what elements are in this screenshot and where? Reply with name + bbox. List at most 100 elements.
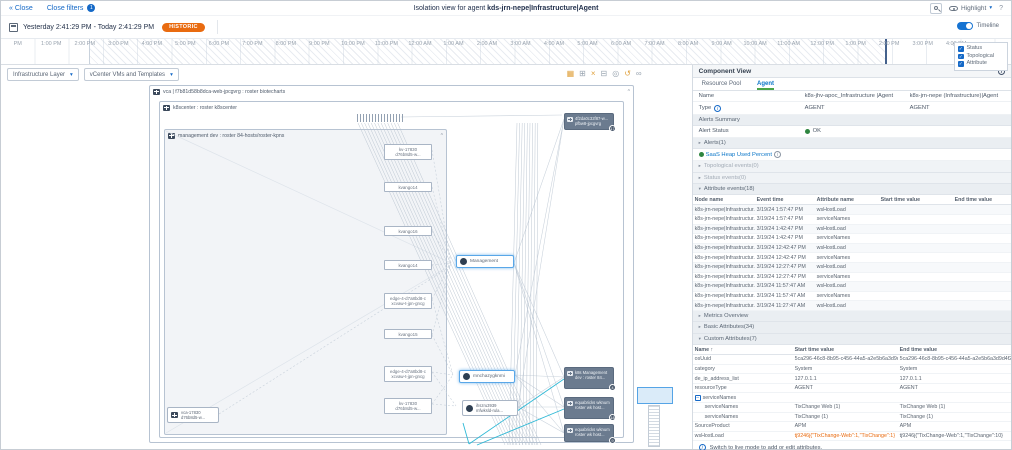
- col-end-value[interactable]: End time value: [952, 195, 1011, 206]
- attribute-event-row[interactable]: k8s-jrn-nepe|Infrastructur... 3/19/24 1:…: [692, 233, 1011, 244]
- toggle-switch[interactable]: [956, 22, 973, 30]
- col-end-value[interactable]: End time value: [897, 345, 1011, 356]
- event-attribute: wsHostLoad: [814, 243, 879, 254]
- search-button[interactable]: [930, 2, 943, 14]
- focus-icon[interactable]: ◎: [612, 69, 619, 79]
- calendar-icon[interactable]: [9, 22, 18, 32]
- attribute-event-row[interactable]: k8s-jrn-nepe|Infrastructur... 3/19/24 11…: [692, 291, 1011, 302]
- collapse-chevron-icon[interactable]: ^: [628, 89, 630, 95]
- minimap-viewport[interactable]: [637, 387, 673, 404]
- attribute-event-row[interactable]: k8s-jrn-nepe|Infrastructur... 3/19/24 1:…: [692, 224, 1011, 235]
- custom-attr-group-row[interactable]: – serviceNames: [692, 392, 1011, 403]
- col-event-time[interactable]: Event time: [754, 195, 815, 206]
- triangle-right-icon: ▸: [698, 163, 701, 169]
- collapsed-group-node[interactable]: 4f2da0c32f87-w... pfbw8-jpcgvrg 17: [564, 113, 616, 132]
- custom-attr-row[interactable]: resourceType AGENT AGENT: [692, 383, 1011, 394]
- checkbox-checked-icon[interactable]: ✓: [958, 61, 964, 67]
- collapse-chevron-icon[interactable]: ^: [441, 133, 443, 139]
- col-start-value[interactable]: Start time value: [878, 195, 953, 206]
- attribute-event-row[interactable]: k8s-jrn-nepe|Infrastructur... 3/19/24 12…: [692, 272, 1011, 283]
- mnchazygknmi-node[interactable]: mnchazygknmi: [459, 370, 515, 383]
- triangle-right-icon: ▸: [698, 324, 701, 330]
- alerts-section[interactable]: ▸ Alerts(1): [692, 137, 1011, 149]
- col-node-name[interactable]: Node name: [692, 195, 755, 206]
- alert-info-icon[interactable]: i: [774, 151, 782, 159]
- col-name-sort[interactable]: Name ↑: [692, 345, 793, 356]
- attribute-event-row[interactable]: k8s-jrn-nepe|Infrastructur... 3/19/24 12…: [692, 243, 1011, 254]
- collapsed-group-node[interactable]: equabricks wknum roster wk host... 9: [564, 424, 616, 444]
- checkbox-checked-icon[interactable]: ✓: [958, 46, 964, 52]
- event-node: k8s-jrn-nepe|Infrastructur...: [692, 233, 755, 244]
- highlight-control[interactable]: Highlight ▾: [949, 5, 992, 12]
- vm-node[interactable]: edge-4-d7a8bd8-c xcvaw-t-jpn-gncg: [384, 366, 432, 382]
- custom-attributes-section[interactable]: ▾ Custom Attributes(7): [692, 333, 1011, 346]
- event-time: 3/19/24 11:27:47 AM: [754, 300, 815, 311]
- collapse-icon[interactable]: ⊟: [601, 69, 608, 79]
- container-management-dev[interactable]: management dev : roster 84-hosts/roster-…: [164, 129, 447, 435]
- attribute-event-row[interactable]: k8s-jrn-nepe|Infrastructur... 3/19/24 12…: [692, 262, 1011, 273]
- attribute-event-row[interactable]: k8s-jrn-nepe|Infrastructur... 3/19/24 1:…: [692, 214, 1011, 225]
- chart-view-icon[interactable]: ▦: [567, 69, 575, 79]
- checkbox-checked-icon[interactable]: ✓: [958, 53, 964, 59]
- tick-label: 5:00 AM: [577, 41, 598, 47]
- legend-item[interactable]: ✓ Topological: [958, 53, 1004, 61]
- vm-node[interactable]: kvango15: [384, 329, 432, 340]
- vm-node[interactable]: kv-17830 d76b8d5-w...: [384, 144, 432, 160]
- clear-selection-icon[interactable]: ×: [591, 69, 596, 79]
- custom-attributes-table: Name ↑ Start time value End time value o…: [692, 345, 1011, 442]
- custom-attr-row[interactable]: category System System: [692, 364, 1011, 375]
- collapse-group-icon[interactable]: –: [694, 394, 701, 401]
- event-start-value: [878, 281, 953, 292]
- attribute-event-row[interactable]: k8s-jrn-nepe|Infrastructur... 3/19/24 11…: [692, 281, 1011, 292]
- basic-attributes-section[interactable]: ▸ Basic Attributes(34): [692, 322, 1011, 334]
- historic-badge: HISTORIC: [162, 22, 205, 32]
- time-range[interactable]: Yesterday 2:41:29 PM - Today 2:41:29 PM: [23, 24, 154, 31]
- tab-agent[interactable]: Agent: [756, 81, 774, 90]
- custom-attr-row[interactable]: serviceNames TixChange Web (1) TixChange W…: [692, 402, 1011, 413]
- close-button[interactable]: « Close: [9, 5, 33, 12]
- col-start-value[interactable]: Start time value: [792, 345, 898, 356]
- attribute-event-row[interactable]: k8s-jrn-nepe|Infrastructur... 3/19/24 1:…: [692, 204, 1011, 215]
- vm-node[interactable]: kv-17830 d76b8d5-w...: [384, 398, 432, 414]
- vca-node[interactable]: vca-17830 d76b8d5-w...: [167, 407, 219, 423]
- custom-attr-row[interactable]: SourceProduct APM APM: [692, 421, 1011, 432]
- topological-events-section[interactable]: ▸ Topological events(0): [692, 161, 1011, 173]
- close-filters-button[interactable]: Close filters 1: [47, 4, 96, 12]
- attribute-event-row[interactable]: k8s-jrn-nepe|Infrastructur... 3/19/24 12…: [692, 252, 1011, 263]
- help-icon[interactable]: ?: [999, 5, 1003, 12]
- metrics-overview-section[interactable]: ▸ Metrics Overview: [692, 310, 1011, 323]
- layer-dropdown[interactable]: Infrastructure Layer ▾: [7, 68, 79, 81]
- tick-label: PM: [13, 41, 22, 47]
- attribute-events-section[interactable]: ▾ Attribute events(18): [692, 184, 1011, 196]
- custom-attr-row[interactable]: osUuid 5ca296-46c8-8b95-c456-44a5-a2e5b6a…: [692, 354, 1011, 365]
- reset-layout-icon[interactable]: ↺: [624, 69, 631, 79]
- timeline-axis[interactable]: PM 1:00 PM 2:00 PM 3:00 PM 4:00 PM 5:00 PM 6:0…: [1, 38, 1011, 71]
- event-node: k8s-jrn-nepe|Infrastructur...: [692, 272, 755, 283]
- type-info-icon[interactable]: i: [714, 104, 722, 112]
- expand-icon[interactable]: ⊞: [579, 69, 586, 79]
- collapsed-group-node[interactable]: k8s Management dev : roster 84... 4: [564, 367, 616, 391]
- topology-canvas[interactable]: vca | f7b81d58b8dca-web-jpcgvrg : roster…: [1, 83, 693, 449]
- cluster-icon: [168, 132, 175, 139]
- collapsed-group-node[interactable]: equabricks wknum roster wk host... 18: [564, 397, 616, 421]
- event-attribute: wsHostLoad: [814, 300, 879, 311]
- vm-node[interactable]: kvango16: [384, 226, 432, 237]
- ihszru-node[interactable]: ihszru3939 mfwksld-rula...: [462, 400, 518, 416]
- attribute-event-row[interactable]: k8s-jrn-nepe|Infrastructur... 3/19/24 11…: [692, 300, 1011, 311]
- timeline-toggle[interactable]: Timeline: [956, 22, 999, 30]
- vm-node[interactable]: edge-4-d7a8bd8-c xcvaw-t-jpn-gncg: [384, 293, 432, 309]
- management-node[interactable]: Management: [456, 255, 514, 268]
- alert-link[interactable]: SaaS Heap Used Percent: [706, 152, 772, 158]
- legend-item[interactable]: ✓ Attribute: [958, 60, 1004, 68]
- legend-item[interactable]: ✓ Status: [958, 45, 1004, 53]
- custom-attr-row[interactable]: wsHostLoad tj9246j{"TixChange-Web":1,"Tix…: [692, 431, 1011, 442]
- tab-resource-pool[interactable]: Resource Pool: [702, 81, 741, 90]
- custom-attr-row[interactable]: de_ip_address_list 127.0.1.1 127.0.1.1: [692, 373, 1011, 384]
- vm-node[interactable]: kvango14: [384, 260, 432, 271]
- col-attribute-name[interactable]: Attribute name: [814, 195, 879, 206]
- group-dropdown[interactable]: vCenter VMs and Templates ▾: [83, 68, 179, 81]
- link-icon[interactable]: ∞: [636, 69, 642, 79]
- status-events-section[interactable]: ▸ Status events(0): [692, 172, 1011, 184]
- vm-node[interactable]: kvango14: [384, 182, 432, 193]
- custom-attr-row[interactable]: serviceNames TixChange (1) TixChange (1): [692, 412, 1011, 423]
